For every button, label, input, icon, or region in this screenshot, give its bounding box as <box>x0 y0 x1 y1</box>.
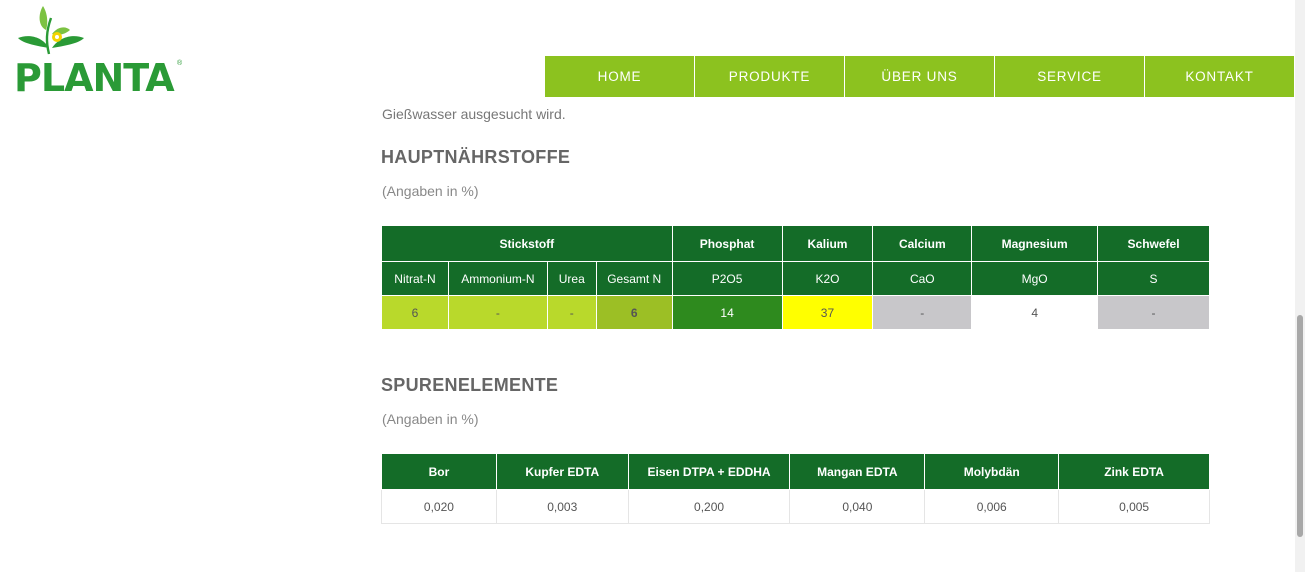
subheader-urea: Urea <box>546 261 597 296</box>
value-gesamt-n: 6 <box>595 295 673 330</box>
leaf-icon <box>18 6 84 55</box>
value-ammonium-n: - <box>447 295 548 330</box>
subheader-ammonium-n: Ammonium-N <box>447 261 548 296</box>
value-urea: - <box>546 295 597 330</box>
page-scrollbar[interactable] <box>1295 0 1305 572</box>
value-kupfer-edta: 0,003 <box>495 489 629 524</box>
header-schwefel: Schwefel <box>1097 225 1210 262</box>
subheader-mgo: MgO <box>971 261 1099 296</box>
header-calcium: Calcium <box>872 225 973 262</box>
header-molybdaen: Molybdän <box>924 453 1060 490</box>
value-bor: 0,020 <box>381 489 497 524</box>
value-molybdaen: 0,006 <box>924 489 1060 524</box>
nav-service[interactable]: SERVICE <box>995 56 1145 97</box>
scrollbar-thumb[interactable] <box>1297 315 1303 537</box>
value-s: - <box>1097 295 1210 330</box>
subheader-gesamt-n: Gesamt N <box>595 261 673 296</box>
subheader-k2o: K2O <box>781 261 874 296</box>
table-header-row: Bor Kupfer EDTA Eisen DTPA + EDDHA Manga… <box>381 453 1210 490</box>
registered-mark: ® <box>177 60 183 67</box>
value-eisen-dtpa-eddha: 0,200 <box>627 489 791 524</box>
value-cao: - <box>872 295 973 330</box>
nav-ueber-uns[interactable]: ÜBER UNS <box>845 56 995 97</box>
subheader-cao: CaO <box>872 261 973 296</box>
value-k2o: 37 <box>781 295 874 330</box>
table-subheader-row: Nitrat-N Ammonium-N Urea Gesamt N P2O5 K… <box>381 261 1210 296</box>
subheader-nitrat-n: Nitrat-N <box>381 261 449 296</box>
planta-logo[interactable]: PLANTA ® <box>14 4 189 100</box>
table-header-row: Stickstoff Phosphat Kalium Calcium Magne… <box>381 225 1210 262</box>
section-title-spurenelemente: SPURENELEMENTE <box>381 375 559 395</box>
header-stickstoff: Stickstoff <box>381 225 673 262</box>
header-zink-edta: Zink EDTA <box>1058 453 1210 490</box>
header-kalium: Kalium <box>781 225 874 262</box>
subheader-s: S <box>1097 261 1210 296</box>
header-eisen-dtpa-eddha: Eisen DTPA + EDDHA <box>627 453 791 490</box>
nav-produkte[interactable]: PRODUKTE <box>695 56 845 97</box>
logo-wordmark: PLANTA <box>14 56 175 100</box>
header-bor: Bor <box>381 453 497 490</box>
table-value-row: 0,020 0,003 0,200 0,040 0,006 0,005 <box>381 489 1210 524</box>
header-kupfer-edta: Kupfer EDTA <box>495 453 629 490</box>
nav-home[interactable]: HOME <box>545 56 695 97</box>
table-value-row: 6 - - 6 14 37 - 4 - <box>381 295 1210 330</box>
header-mangan-edta: Mangan EDTA <box>789 453 926 490</box>
spurenelemente-table: Bor Kupfer EDTA Eisen DTPA + EDDHA Manga… <box>381 453 1210 524</box>
main-nav: HOME PRODUKTE ÜBER UNS SERVICE KONTAKT <box>545 56 1294 97</box>
section-unit-spurenelemente: (Angaben in %) <box>382 411 479 427</box>
value-mgo: 4 <box>971 295 1099 330</box>
nav-kontakt[interactable]: KONTAKT <box>1145 56 1294 97</box>
section-unit-hauptnaehrstoffe: (Angaben in %) <box>382 183 479 199</box>
value-nitrat-n: 6 <box>381 295 449 330</box>
value-zink-edta: 0,005 <box>1058 489 1210 524</box>
section-title-hauptnaehrstoffe: HAUPTNÄHRSTOFFE <box>381 147 571 167</box>
header-magnesium: Magnesium <box>971 225 1099 262</box>
header-phosphat: Phosphat <box>671 225 783 262</box>
subheader-p2o5: P2O5 <box>671 261 783 296</box>
value-mangan-edta: 0,040 <box>789 489 926 524</box>
intro-text: Gießwasser ausgesucht wird. <box>382 106 566 122</box>
value-p2o5: 14 <box>671 295 783 330</box>
hauptnaehrstoffe-table: Stickstoff Phosphat Kalium Calcium Magne… <box>381 225 1210 330</box>
